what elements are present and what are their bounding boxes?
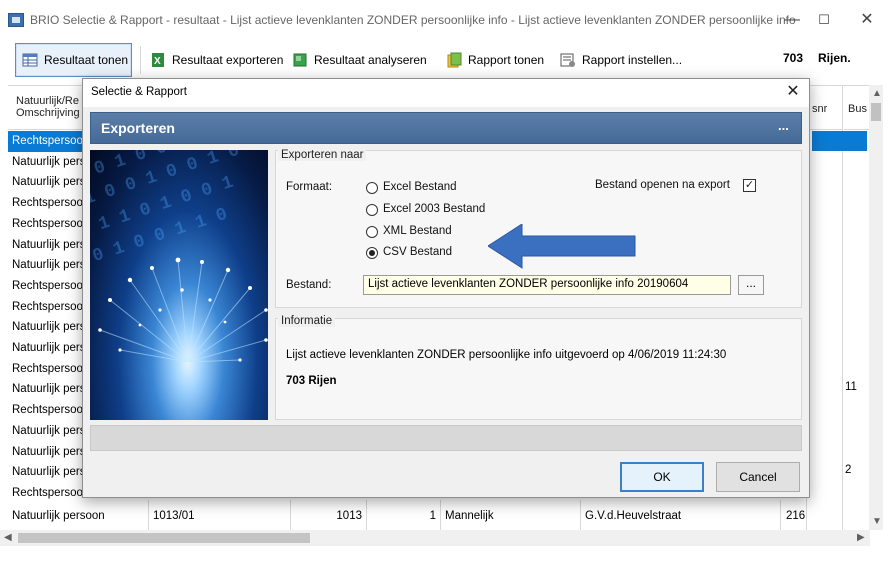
format-label: Formaat: xyxy=(286,181,333,193)
open-after-export-label: Bestand openen na export xyxy=(595,179,730,191)
bus-cell: 2 xyxy=(845,464,852,476)
cell-nr: 216 xyxy=(786,510,806,522)
radio-csv[interactable] xyxy=(366,247,378,259)
close-button[interactable]: ✕ xyxy=(853,8,881,32)
info-group-title: Informatie xyxy=(278,315,336,327)
minimize-button[interactable]: — xyxy=(778,8,806,32)
banner-title: Exporteren xyxy=(101,120,175,136)
app-icon xyxy=(8,13,24,27)
cube-icon xyxy=(292,52,308,68)
cell-street: G.V.d.Heuvelstraat xyxy=(585,510,682,522)
dialog-status-strip xyxy=(90,425,802,451)
cell-gender: Mannelijk xyxy=(445,510,494,522)
analyze-result-label: Resultaat analyseren xyxy=(314,53,427,67)
cell-code: 1013/01 xyxy=(153,510,195,522)
info-group xyxy=(275,318,802,420)
dialog-banner xyxy=(90,112,802,144)
dialog-title: Selectie & Rapport xyxy=(91,86,187,98)
rows-label: Rijen. xyxy=(818,51,851,65)
export-result-button[interactable]: X Resultaat exporteren xyxy=(144,43,289,77)
column-divider xyxy=(366,500,367,530)
window-title: BRIO Selectie & Rapport - resultaat - Li… xyxy=(30,13,796,27)
column-divider xyxy=(290,500,291,530)
dialog-titlebar xyxy=(83,79,809,107)
radio-excel[interactable] xyxy=(366,182,378,194)
table-icon xyxy=(22,52,38,68)
format-option-label[interactable]: XML Bestand xyxy=(383,225,452,237)
vertical-scroll-thumb[interactable] xyxy=(871,103,881,121)
maximize-button[interactable]: ☐ xyxy=(810,8,838,32)
report-icon xyxy=(446,52,462,68)
radio-xml[interactable] xyxy=(366,226,378,238)
file-name-input[interactable]: Lijst actieve levenklanten ZONDER persoo… xyxy=(363,275,731,295)
bus-cell: 11 xyxy=(845,381,857,393)
info-row-count: 703 Rijen xyxy=(286,375,337,387)
fiber-optic-image: 0 1 0 0 1 0 1 1 0 0 1 0 0 1 0 0 1 1 0 1 … xyxy=(90,150,268,420)
settings-report-icon xyxy=(560,52,576,68)
scroll-up-icon[interactable]: ▲ xyxy=(872,88,882,99)
show-report-label: Rapport tonen xyxy=(468,53,545,67)
file-label: Bestand: xyxy=(286,279,332,291)
row-count: 703 xyxy=(783,51,804,65)
cancel-button[interactable]: Cancel xyxy=(716,462,800,492)
column-header-bus[interactable]: Bus xyxy=(844,85,869,130)
analyze-result-button[interactable]: Resultaat analyseren xyxy=(286,43,433,77)
show-result-label: Resultaat tonen xyxy=(44,53,129,67)
cell-type: Natuurlijk persoon xyxy=(12,510,105,522)
selected-row-highlight xyxy=(812,131,867,151)
export-result-label: Resultaat exporteren xyxy=(172,53,284,67)
open-after-export-checkbox[interactable]: ✓ xyxy=(743,179,756,192)
excel-icon: X xyxy=(150,52,166,68)
toolbar: Resultaat tonen X Resultaat exporteren R… xyxy=(0,40,895,80)
format-option-label[interactable]: CSV Bestand xyxy=(383,246,452,258)
cell-num: 1013 xyxy=(336,510,362,522)
column-divider xyxy=(842,85,843,530)
banner-more-button[interactable]: ... xyxy=(778,118,789,133)
column-divider xyxy=(148,500,149,530)
column-divider xyxy=(580,500,581,530)
configure-report-button[interactable]: Rapport instellen... xyxy=(554,43,688,77)
configure-report-label: Rapport instellen... xyxy=(582,53,683,67)
column-divider xyxy=(440,500,441,530)
format-option-label[interactable]: Excel Bestand xyxy=(383,181,457,193)
cell-one: 1 xyxy=(429,510,436,522)
format-option-label[interactable]: Excel 2003 Bestand xyxy=(383,203,485,215)
show-report-button[interactable]: Rapport tonen xyxy=(440,43,550,77)
toolbar-separator xyxy=(140,46,141,74)
show-result-button[interactable]: Resultaat tonen xyxy=(15,43,132,77)
scroll-down-icon[interactable]: ▼ xyxy=(872,516,882,527)
horizontal-scroll-thumb[interactable] xyxy=(18,533,310,543)
ok-button[interactable]: OK xyxy=(620,462,704,492)
column-header-snr[interactable]: snr xyxy=(808,85,842,130)
info-text: Lijst actieve levenklanten ZONDER persoo… xyxy=(286,349,727,361)
scroll-left-icon[interactable]: ◀ xyxy=(4,532,12,543)
export-group-title: Exporteren naar xyxy=(278,149,367,161)
browse-button[interactable]: ... xyxy=(738,275,764,295)
radio-excel-2003[interactable] xyxy=(366,204,378,216)
scroll-right-icon[interactable]: ▶ xyxy=(857,532,865,543)
column-divider xyxy=(780,500,781,530)
vertical-scrollbar[interactable] xyxy=(869,85,883,530)
svg-text:X: X xyxy=(154,56,161,67)
dialog-close-button[interactable]: ✕ xyxy=(781,81,805,103)
arrow-annotation-icon xyxy=(487,223,638,273)
